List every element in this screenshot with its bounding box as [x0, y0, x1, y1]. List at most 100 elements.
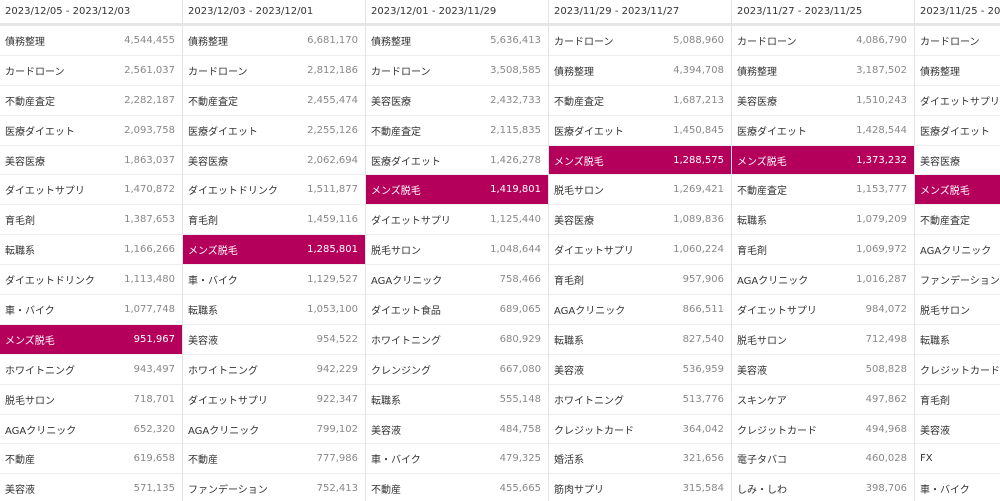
keyword-row[interactable]: 育毛剤 1,459,116	[183, 205, 365, 236]
keyword-row[interactable]: 不動産査定 2,115,835	[366, 116, 548, 146]
keyword-row[interactable]: ダイエットドリンク 1,113,480	[0, 265, 182, 296]
keyword-row[interactable]: 転職系 555,148	[366, 385, 548, 415]
keyword-row[interactable]: カードローン 2,812,186	[183, 56, 365, 86]
keyword-row[interactable]: ファンデーション 752,413	[183, 474, 365, 501]
keyword-row[interactable]: ダイエットサプリ	[915, 86, 1000, 116]
keyword-row[interactable]: 転職系 827,540	[549, 325, 731, 355]
keyword-row[interactable]: 債務整理 3,187,502	[732, 56, 914, 86]
keyword-row[interactable]: 美容医療 1,089,836	[549, 205, 731, 236]
keyword-row[interactable]: 不動産査定 2,282,187	[0, 86, 182, 116]
keyword-row[interactable]: FX	[915, 444, 1000, 475]
keyword-row[interactable]: 美容医療	[915, 146, 1000, 176]
keyword-row[interactable]: ダイエットサプリ 1,060,224	[549, 235, 731, 266]
keyword-row[interactable]: 不動産査定 1,153,777	[732, 175, 914, 206]
keyword-label: 美容医療	[188, 156, 228, 168]
keyword-row[interactable]: AGAクリニック	[915, 235, 1000, 266]
keyword-row[interactable]: 医療ダイエット 1,428,544	[732, 116, 914, 146]
keyword-row[interactable]: 医療ダイエット 1,450,845	[549, 116, 731, 146]
keyword-row[interactable]: 美容医療 1,510,243	[732, 86, 914, 116]
highlighted-keyword-row[interactable]: メンズ脱毛 1,288,575	[549, 145, 731, 176]
keyword-row[interactable]: 車・バイク 1,077,748	[0, 295, 182, 325]
keyword-row[interactable]: AGAクリニック 1,016,287	[732, 265, 914, 296]
keyword-row[interactable]: ダイエットサプリ 984,072	[732, 295, 914, 325]
keyword-row[interactable]: 脱毛サロン	[915, 295, 1000, 325]
keyword-row[interactable]: ダイエット食品 689,065	[366, 295, 548, 325]
keyword-row[interactable]: 不動産 619,658	[0, 444, 182, 475]
keyword-row[interactable]: カードローン 2,561,037	[0, 56, 182, 86]
keyword-row[interactable]: 車・バイク 479,325	[366, 444, 548, 475]
keyword-row[interactable]: 脱毛サロン 1,048,644	[366, 235, 548, 266]
highlighted-keyword-row[interactable]: メンズ脱毛 1,419,801	[366, 175, 548, 206]
keyword-row[interactable]: 医療ダイエット 2,093,758	[0, 116, 182, 146]
keyword-row[interactable]: 美容液 954,522	[183, 325, 365, 355]
keyword-row[interactable]: 不動産査定 2,455,474	[183, 86, 365, 116]
keyword-row[interactable]: 育毛剤 957,906	[549, 265, 731, 296]
keyword-row[interactable]: 筋肉サプリ 315,584	[549, 474, 731, 501]
keyword-row[interactable]: クレジットカード	[915, 355, 1000, 385]
keyword-row[interactable]: 車・バイク 1,129,527	[183, 265, 365, 296]
keyword-row[interactable]: 婚活系 321,656	[549, 444, 731, 475]
keyword-row[interactable]: AGAクリニック 758,466	[366, 265, 548, 296]
keyword-row[interactable]: クレジットカード 494,968	[732, 415, 914, 445]
keyword-row[interactable]: カードローン	[915, 26, 1000, 56]
keyword-row[interactable]: ホワイトニング 942,229	[183, 355, 365, 385]
keyword-row[interactable]: 育毛剤	[915, 385, 1000, 415]
keyword-row[interactable]: 電子タバコ 460,028	[732, 444, 914, 475]
keyword-row[interactable]: 不動産 777,986	[183, 444, 365, 475]
keyword-row[interactable]: カードローン 5,088,960	[549, 26, 731, 56]
keyword-label: 不動産	[371, 485, 401, 497]
keyword-row[interactable]: 不動産 455,665	[366, 474, 548, 501]
highlighted-keyword-row[interactable]: メンズ脱毛 1,373,232	[732, 145, 914, 176]
keyword-row[interactable]: ダイエットサプリ 1,125,440	[366, 205, 548, 236]
keyword-row[interactable]: 転職系 1,079,209	[732, 205, 914, 236]
keyword-row[interactable]: クレンジング 667,080	[366, 355, 548, 385]
keyword-row[interactable]: 不動産査定	[915, 205, 1000, 236]
keyword-row[interactable]: ホワイトニング 513,776	[549, 385, 731, 415]
keyword-row[interactable]: AGAクリニック 866,511	[549, 295, 731, 325]
keyword-row[interactable]: 美容液 536,959	[549, 355, 731, 385]
highlighted-keyword-row[interactable]: メンズ脱毛	[915, 175, 1000, 206]
keyword-row[interactable]: 美容液 508,828	[732, 355, 914, 385]
keyword-row[interactable]: ダイエットサプリ 922,347	[183, 385, 365, 415]
keyword-row[interactable]: 転職系 1,166,266	[0, 235, 182, 266]
keyword-row[interactable]: 美容医療 2,062,694	[183, 146, 365, 176]
keyword-count: 2,062,694	[307, 154, 358, 166]
highlighted-keyword-row[interactable]: メンズ脱毛 951,967	[0, 324, 182, 355]
keyword-row[interactable]: 脱毛サロン 718,701	[0, 385, 182, 415]
keyword-row[interactable]: 転職系	[915, 325, 1000, 355]
keyword-row[interactable]: 育毛剤 1,069,972	[732, 235, 914, 266]
keyword-row[interactable]: 育毛剤 1,387,653	[0, 205, 182, 236]
keyword-row[interactable]: 不動産査定 1,687,213	[549, 86, 731, 116]
keyword-row[interactable]: 美容液 571,135	[0, 474, 182, 501]
keyword-row[interactable]: 債務整理 6,681,170	[183, 26, 365, 56]
keyword-row[interactable]: スキンケア 497,862	[732, 385, 914, 415]
keyword-row[interactable]: カードローン 4,086,790	[732, 26, 914, 56]
keyword-row[interactable]: ダイエットドリンク 1,511,877	[183, 175, 365, 206]
keyword-row[interactable]: 転職系 1,053,100	[183, 295, 365, 325]
keyword-row[interactable]: 美容医療 2,432,733	[366, 86, 548, 116]
highlighted-keyword-row[interactable]: メンズ脱毛 1,285,801	[183, 235, 365, 266]
keyword-row[interactable]: ダイエットサプリ 1,470,872	[0, 175, 182, 206]
keyword-row[interactable]: 医療ダイエット 2,255,126	[183, 116, 365, 146]
keyword-row[interactable]: 債務整理 5,636,413	[366, 26, 548, 56]
keyword-row[interactable]: カードローン 3,508,585	[366, 56, 548, 86]
keyword-row[interactable]: 車・バイク	[915, 474, 1000, 501]
keyword-row[interactable]: クレジットカード 364,042	[549, 415, 731, 445]
keyword-row[interactable]: AGAクリニック 799,102	[183, 415, 365, 445]
keyword-row[interactable]: AGAクリニック 652,320	[0, 415, 182, 445]
keyword-row[interactable]: 脱毛サロン 712,498	[732, 325, 914, 355]
keyword-row[interactable]: 医療ダイエット 1,426,278	[366, 146, 548, 176]
keyword-row[interactable]: ホワイトニング 943,497	[0, 355, 182, 385]
keyword-row[interactable]: 美容液 484,758	[366, 415, 548, 445]
keyword-row[interactable]: ホワイトニング 680,929	[366, 325, 548, 355]
keyword-row[interactable]: 美容医療 1,863,037	[0, 146, 182, 176]
keyword-row[interactable]: 債務整理 4,544,455	[0, 26, 182, 56]
keyword-row[interactable]: 美容液	[915, 415, 1000, 445]
keyword-row[interactable]: 医療ダイエット	[915, 116, 1000, 146]
keyword-label: 不動産査定	[371, 126, 421, 138]
keyword-row[interactable]: しみ・しわ 398,706	[732, 474, 914, 501]
keyword-row[interactable]: 脱毛サロン 1,269,421	[549, 175, 731, 206]
keyword-row[interactable]: 債務整理	[915, 56, 1000, 86]
keyword-row[interactable]: 債務整理 4,394,708	[549, 56, 731, 86]
keyword-row[interactable]: ファンデーション	[915, 265, 1000, 296]
